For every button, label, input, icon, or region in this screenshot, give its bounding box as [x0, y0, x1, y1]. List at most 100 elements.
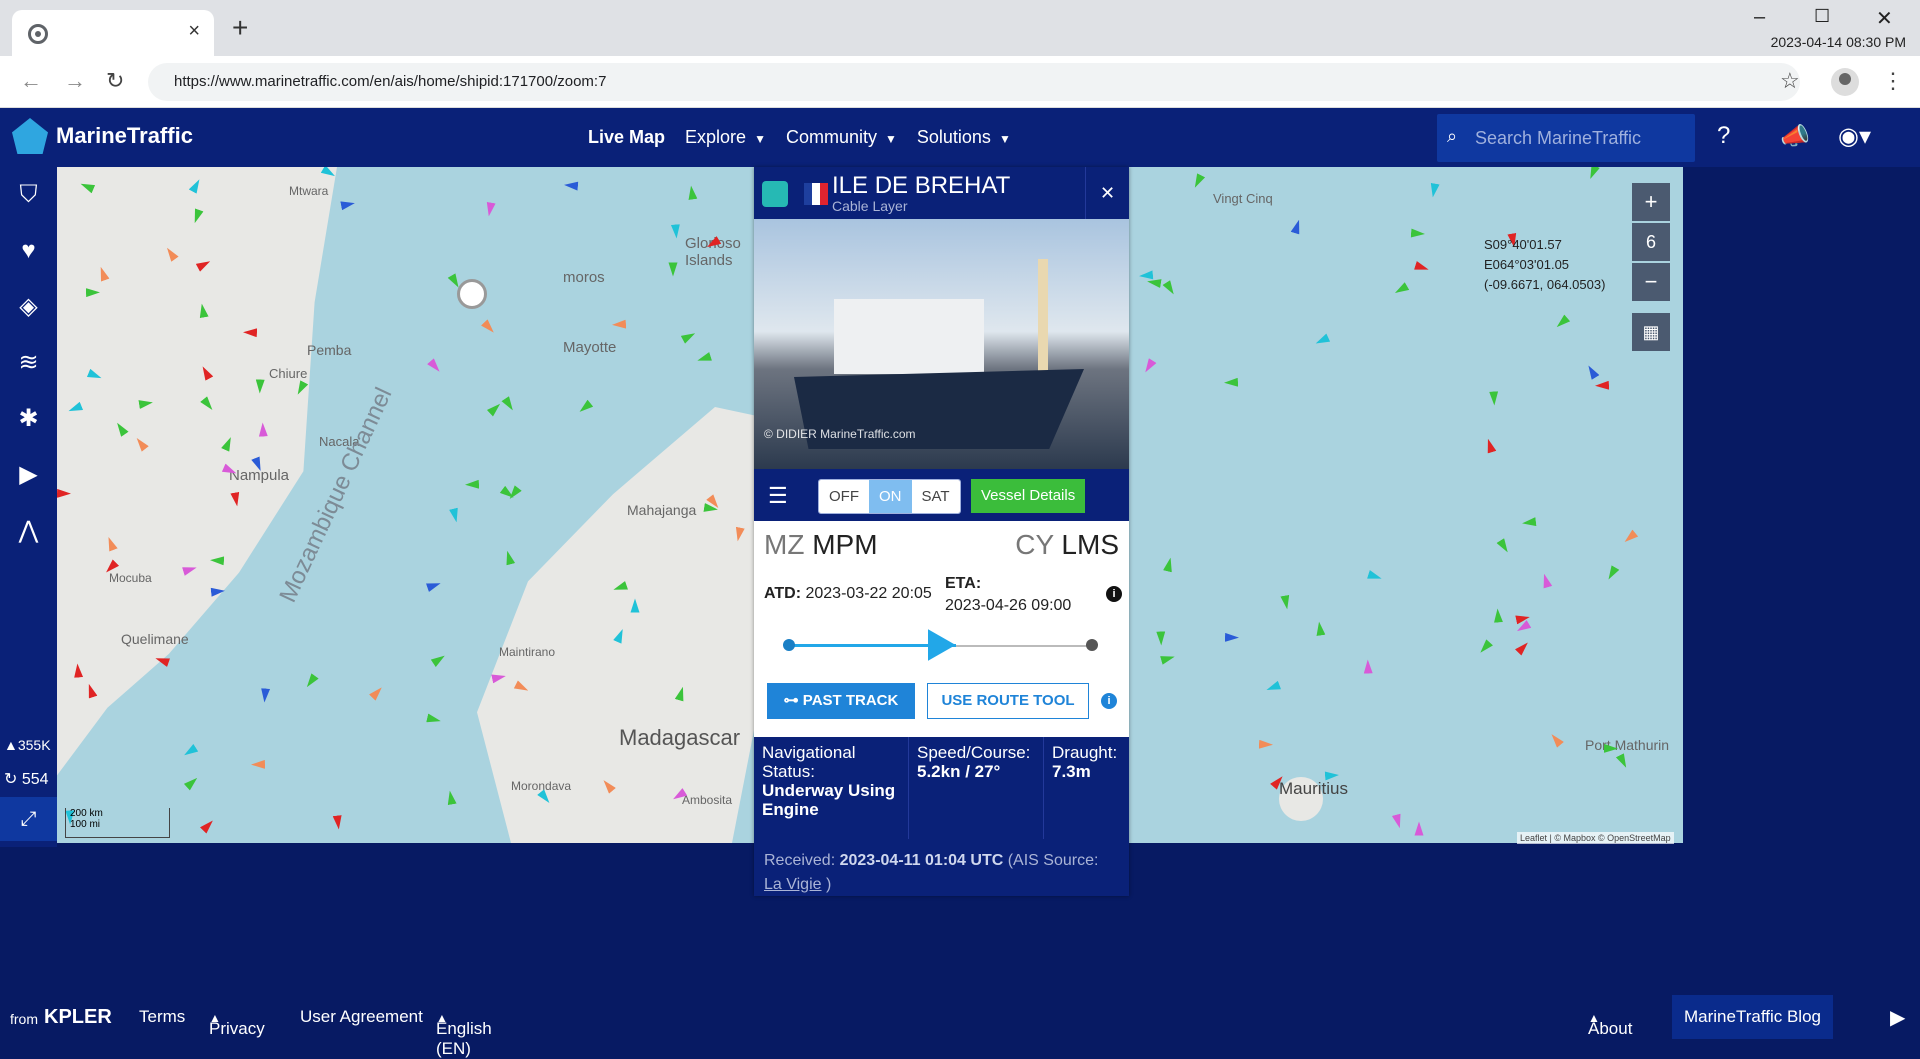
vessel-marker[interactable]: [1605, 565, 1620, 582]
vessel-marker[interactable]: [1616, 753, 1630, 770]
vessel-marker[interactable]: [1314, 621, 1325, 636]
language-select[interactable]: English (EN) ▲: [436, 1007, 492, 1058]
vessel-marker[interactable]: [427, 359, 443, 375]
fullscreen-icon[interactable]: ⤢: [0, 797, 57, 841]
map-type-icon[interactable]: ▦: [1632, 313, 1670, 351]
favorites-heart-icon[interactable]: ♥: [0, 223, 57, 279]
vessel-marker[interactable]: [577, 400, 594, 416]
vessel-marker[interactable]: [446, 790, 457, 805]
vessel-marker[interactable]: [1259, 740, 1273, 749]
vessel-marker[interactable]: [487, 401, 503, 417]
close-tab-icon[interactable]: ×: [188, 20, 200, 43]
vessel-marker[interactable]: [1224, 378, 1238, 387]
vessel-marker[interactable]: [1516, 613, 1532, 625]
vessel-marker[interactable]: [449, 508, 461, 524]
play-icon[interactable]: ▶: [0, 447, 57, 503]
footer-terms-link[interactable]: Terms: [139, 1007, 185, 1027]
vessel-marker[interactable]: [687, 185, 698, 200]
minimize-button[interactable]: –: [1754, 6, 1765, 29]
search-input[interactable]: ⌕ Search MarineTraffic: [1437, 114, 1695, 162]
vessel-marker[interactable]: [340, 199, 355, 211]
vessel-marker[interactable]: [333, 815, 344, 830]
kpler-logo[interactable]: KPLER: [44, 1006, 112, 1029]
vessel-marker[interactable]: [1160, 652, 1176, 665]
vessel-marker[interactable]: [503, 550, 515, 566]
vessel-marker[interactable]: [681, 329, 698, 344]
help-icon[interactable]: ?: [1717, 122, 1730, 150]
menu-icon[interactable]: ☰: [768, 483, 788, 509]
vessel-marker[interactable]: [1493, 608, 1503, 623]
vessel-marker[interactable]: [260, 688, 270, 703]
route-compass-icon[interactable]: ⋀: [0, 503, 57, 559]
vessel-marker[interactable]: [612, 320, 626, 330]
nav-community[interactable]: Community ▼: [786, 127, 897, 148]
vessel-marker[interactable]: [1142, 358, 1157, 375]
vessel-marker[interactable]: [1539, 572, 1552, 588]
back-icon[interactable]: ←: [20, 68, 42, 94]
vessel-marker[interactable]: [1595, 381, 1609, 390]
map-attribution[interactable]: Leaflet | © Mapbox © OpenStreetMap: [1517, 832, 1674, 844]
vessel-marker[interactable]: [431, 652, 448, 667]
filter-icon[interactable]: ⛉: [0, 167, 57, 223]
vessel-marker[interactable]: [426, 714, 442, 726]
window-close-button[interactable]: ✕: [1876, 6, 1893, 31]
vessel-marker[interactable]: [1392, 813, 1404, 829]
vessel-marker[interactable]: [304, 673, 320, 690]
profile-icon[interactable]: [1831, 68, 1859, 96]
vessel-marker[interactable]: [668, 263, 677, 277]
new-tab-button[interactable]: +: [232, 14, 248, 42]
bookmark-star-icon[interactable]: ☆: [1780, 68, 1800, 94]
vessel-marker[interactable]: [1585, 364, 1600, 381]
selected-vessel-marker[interactable]: [457, 279, 487, 309]
maximize-button[interactable]: ☐: [1814, 6, 1830, 27]
toggle-off[interactable]: OFF: [819, 480, 869, 513]
toggle-sat[interactable]: SAT: [911, 480, 960, 513]
vessel-marker[interactable]: [484, 202, 495, 217]
vessel-marker[interactable]: [200, 817, 216, 833]
vessel-marker[interactable]: [1484, 438, 1497, 454]
vessel-marker[interactable]: [1548, 731, 1564, 748]
marinetraffic-logo[interactable]: MarineTraffic: [12, 118, 193, 154]
info-icon[interactable]: i: [1106, 586, 1122, 602]
vessel-details-button[interactable]: Vessel Details: [971, 479, 1086, 513]
vessel-marker[interactable]: [1157, 631, 1166, 645]
vessel-marker[interactable]: [501, 396, 516, 413]
blog-link[interactable]: MarineTraffic Blog: [1672, 995, 1833, 1039]
vessel-marker[interactable]: [1264, 681, 1280, 694]
nav-live-map[interactable]: Live Map: [588, 127, 665, 148]
vessel-marker[interactable]: [1515, 639, 1531, 655]
toggle-on[interactable]: ON: [869, 480, 912, 513]
link-icon[interactable]: [762, 181, 788, 207]
footer-user-agreement-link[interactable]: User Agreement: [300, 1007, 423, 1027]
browser-menu-icon[interactable]: ⋮: [1882, 68, 1904, 94]
vessel-photo[interactable]: © DIDIER MarineTraffic.com: [754, 219, 1129, 469]
vessel-marker[interactable]: [1489, 392, 1499, 406]
vessel-marker[interactable]: [1496, 538, 1511, 555]
zoom-out-button[interactable]: −: [1632, 263, 1670, 301]
vessel-marker[interactable]: [1554, 315, 1570, 331]
forward-icon[interactable]: →: [64, 68, 86, 94]
vessel-marker[interactable]: [481, 320, 497, 336]
nav-solutions[interactable]: Solutions ▼: [917, 127, 1011, 148]
vessel-marker[interactable]: [1587, 167, 1601, 181]
departure-port[interactable]: MPM: [812, 529, 877, 560]
vessel-marker[interactable]: [1191, 173, 1205, 190]
vessel-marker[interactable]: [1291, 219, 1304, 235]
vessel-marker[interactable]: [1429, 183, 1440, 198]
vessel-marker[interactable]: [696, 352, 712, 365]
vessel-marker[interactable]: [564, 181, 579, 191]
vessel-marker[interactable]: [1163, 280, 1178, 297]
vessel-marker[interactable]: [368, 684, 384, 700]
url-field[interactable]: https://www.marinetraffic.com/en/ais/hom…: [148, 63, 1800, 101]
vessel-marker[interactable]: [1225, 633, 1239, 642]
vessel-marker[interactable]: [251, 760, 265, 769]
vessel-marker[interactable]: [1280, 595, 1291, 610]
vessel-marker[interactable]: [1477, 640, 1493, 656]
vessel-marker[interactable]: [465, 480, 479, 489]
vessel-marker[interactable]: [1164, 556, 1176, 572]
vessel-marker[interactable]: [426, 579, 442, 592]
footer-privacy-link[interactable]: Privacy ▲: [209, 1007, 265, 1038]
vessel-marker[interactable]: [671, 224, 681, 239]
zoom-in-button[interactable]: +: [1632, 183, 1670, 221]
weather-wind-icon[interactable]: ≋: [0, 335, 57, 391]
